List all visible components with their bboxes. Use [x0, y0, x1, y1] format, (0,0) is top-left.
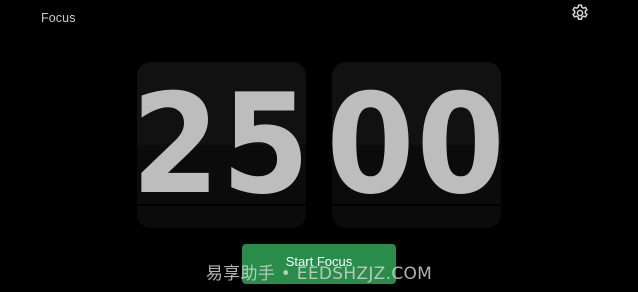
- watermark-text: 易享助手 • EEDSHZJZ.COM: [205, 264, 433, 284]
- gear-icon: [570, 3, 590, 23]
- minutes-flip-card: 25: [137, 62, 306, 228]
- seconds-flip-card: 00: [332, 62, 501, 228]
- card-fold-line: [332, 204, 501, 206]
- page-title: Focus: [41, 11, 76, 25]
- settings-button[interactable]: [569, 2, 591, 24]
- card-fold-line: [137, 204, 306, 206]
- focus-timer-screen: Focus 25 00 Start Focus 易享助手 • EEDSHZJZ.…: [0, 0, 638, 292]
